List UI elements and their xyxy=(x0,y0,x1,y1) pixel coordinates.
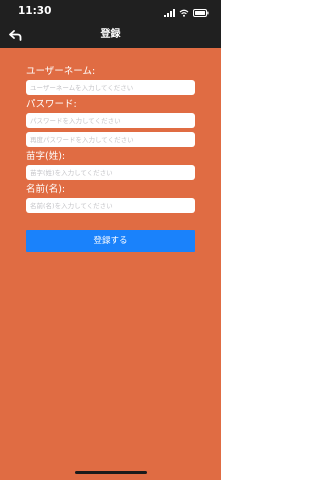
username-label: ユーザーネーム: xyxy=(26,66,96,77)
battery-icon xyxy=(193,2,209,21)
username-field[interactable] xyxy=(26,80,195,95)
firstname-field[interactable] xyxy=(26,198,195,213)
wifi-icon xyxy=(179,2,189,21)
status-time: 11:30 xyxy=(18,5,52,17)
page-title: 登録 xyxy=(100,29,121,40)
lastname-field[interactable] xyxy=(26,165,195,180)
registration-screen: 11:30 登録 ユーザーネーム: ユーザーネームを入力してください パスワード… xyxy=(0,0,221,480)
navigation-bar: 登録 xyxy=(0,22,221,48)
status-bar: 11:30 xyxy=(0,0,221,22)
lastname-label: 苗字(姓): xyxy=(26,151,66,162)
status-icons xyxy=(164,6,209,17)
firstname-label: 名前(名): xyxy=(26,184,66,195)
password-confirm-field[interactable] xyxy=(26,132,195,147)
home-indicator xyxy=(75,471,147,474)
signal-icon xyxy=(164,2,175,21)
password-field[interactable] xyxy=(26,113,195,128)
password-label: パスワード: xyxy=(26,99,77,110)
registration-form: ユーザーネーム: パスワード: 苗字(姓): 名前(名): xyxy=(26,66,195,217)
register-button[interactable]: 登録する xyxy=(26,230,195,252)
